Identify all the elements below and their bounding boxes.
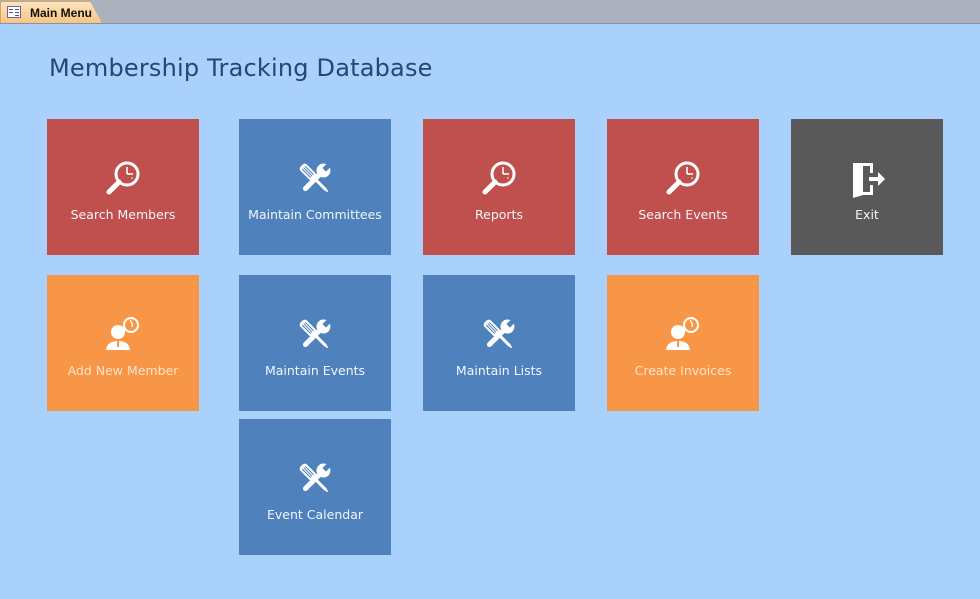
search-clock-icon: [663, 159, 703, 199]
event-calendar-button[interactable]: Event Calendar: [239, 419, 391, 555]
tile-label: Search Events: [638, 206, 728, 222]
tab-main-menu[interactable]: Main Menu: [0, 1, 102, 23]
search-clock-icon: [479, 159, 519, 199]
search-clock-icon: [103, 159, 143, 199]
create-invoices-button[interactable]: Create Invoices: [607, 275, 759, 411]
user-clock-icon: [663, 315, 703, 355]
search-events-button[interactable]: Search Events: [607, 119, 759, 255]
add-new-member-button[interactable]: Add New Member: [47, 275, 199, 411]
tile-label: Reports: [475, 206, 523, 222]
tab-label: Main Menu: [30, 6, 92, 20]
exit-button[interactable]: Exit: [791, 119, 943, 255]
tools-icon: [295, 459, 335, 499]
document-tab-bar: Main Menu: [0, 0, 980, 24]
tile-label: Add New Member: [67, 362, 179, 378]
tile-label: Search Members: [70, 206, 176, 222]
tile-label: Maintain Lists: [455, 362, 543, 378]
tools-icon: [295, 315, 335, 355]
page-title: Membership Tracking Database: [49, 54, 433, 82]
maintain-committees-button[interactable]: Maintain Committees: [239, 119, 391, 255]
search-members-button[interactable]: Search Members: [47, 119, 199, 255]
exit-door-icon: [847, 159, 887, 199]
tile-label: Exit: [855, 206, 879, 222]
reports-button[interactable]: Reports: [423, 119, 575, 255]
maintain-lists-button[interactable]: Maintain Lists: [423, 275, 575, 411]
tile-label: Maintain Events: [264, 362, 366, 378]
user-clock-icon: [103, 315, 143, 355]
tile-label: Event Calendar: [267, 506, 363, 522]
maintain-events-button[interactable]: Maintain Events: [239, 275, 391, 411]
form-icon: [7, 6, 21, 18]
tile-label: Create Invoices: [634, 362, 732, 378]
tools-icon: [295, 159, 335, 199]
tile-label: Maintain Committees: [248, 206, 382, 222]
tools-icon: [479, 315, 519, 355]
